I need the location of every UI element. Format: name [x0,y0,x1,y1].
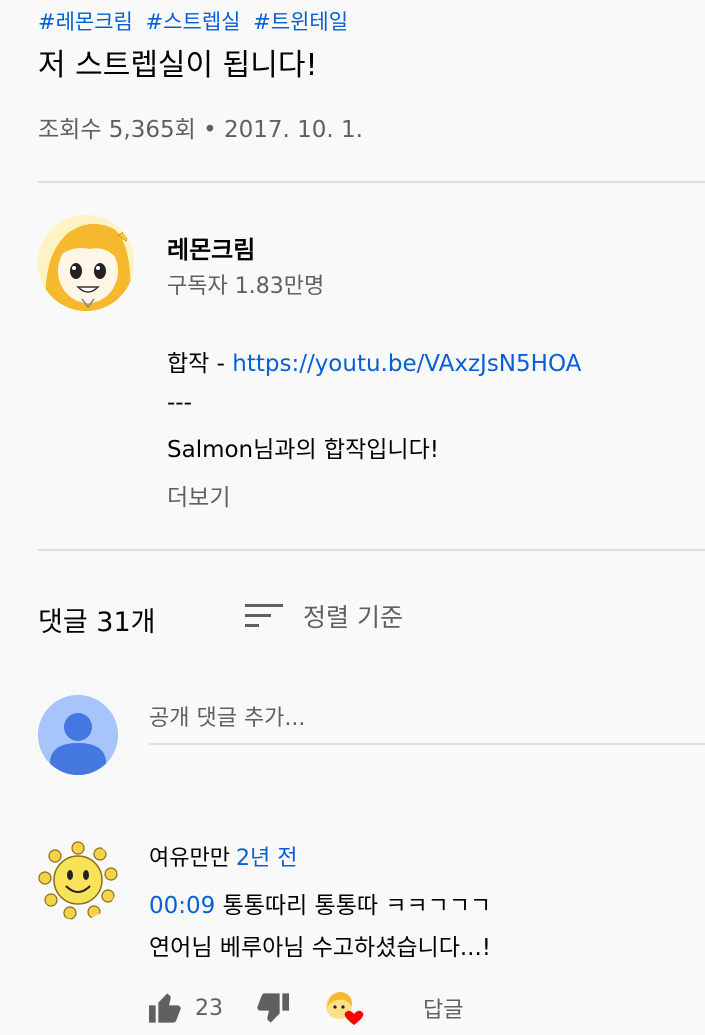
divider [38,549,705,551]
description-collab-line: 합작 - https://youtu.be/VAxzJsN5HOA [167,344,581,378]
sort-button[interactable]: 정렬 기준 [245,598,403,634]
comments-count: 댓글 31개 [38,607,156,638]
dislike-icon[interactable] [257,993,289,1023]
like-count: 23 [195,995,223,1021]
video-title: 저 스트렙실이 됩니다! [38,48,318,83]
channel-avatar[interactable] [38,215,134,311]
comment-time[interactable]: 2년 전 [236,846,297,871]
comment-author[interactable]: 여유만만 [149,846,230,871]
show-more-button[interactable]: 더보기 [167,478,230,512]
reply-button[interactable]: 답글 [423,992,463,1024]
creator-heart-icon [326,992,364,1025]
add-comment-input[interactable]: 공개 댓글 추가... [149,695,705,745]
hashtag-list: #레몬크림 #스트렙실 #트윈테일 [38,6,354,36]
subscriber-count: 구독자 1.83만명 [167,274,325,299]
video-meta: 조회수 5,365회 • 2017. 10. 1. [38,117,363,143]
description-separator: --- [167,390,192,416]
sun-face-icon [38,840,118,920]
comment-actions: 23 답글 [149,990,463,1026]
sort-icon [245,604,283,627]
comment-text-line1: 00:09 통통따리 통통따 ㅋㅋㄱㄱㄱ [149,886,491,920]
channel-name[interactable]: 레몬크림 [167,230,255,265]
comment-text: 통통따리 통통따 ㅋㅋㄱㄱㄱ [215,893,492,919]
timestamp-link[interactable]: 00:09 [149,893,215,919]
comment-text-line2: 연어님 베루아님 수고하셨습니다...! [149,935,492,961]
comment-header: 여유만만 2년 전 [149,840,297,872]
hashtag-link[interactable]: #레몬크림 [38,10,133,34]
collab-link[interactable]: https://youtu.be/VAxzJsN5HOA [232,351,581,377]
description-collab-prefix: 합작 - [167,351,233,377]
default-user-icon [38,695,118,775]
hashtag-link[interactable]: #트윈테일 [253,10,348,34]
sort-label: 정렬 기준 [303,603,403,632]
user-avatar [38,695,118,775]
lemon-girl-avatar-icon [38,215,134,311]
comment-author-avatar[interactable] [38,840,118,920]
hashtag-link[interactable]: #스트렙실 [146,10,241,34]
description-text: Salmon님과의 합작입니다! [167,437,439,463]
divider [38,181,705,183]
like-icon[interactable] [149,993,181,1023]
